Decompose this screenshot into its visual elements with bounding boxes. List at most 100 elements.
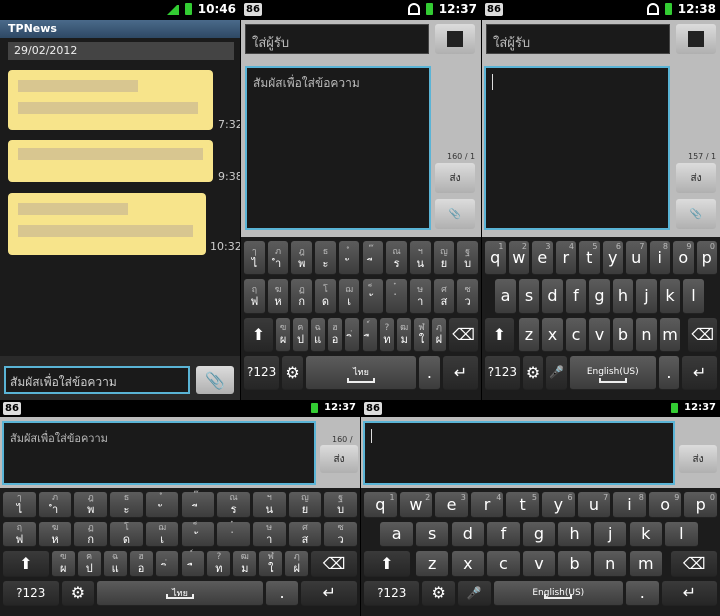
key-d[interactable]: d — [451, 521, 485, 547]
symbols-key[interactable]: ?123 — [3, 580, 59, 606]
key-l[interactable]: l — [683, 279, 704, 314]
key-thai[interactable]: ณร — [386, 241, 407, 276]
key-thai[interactable]: ? ท — [207, 551, 231, 577]
key-a[interactable]: a — [380, 521, 413, 547]
key-thai[interactable]: ํั — [338, 241, 360, 276]
shift-key[interactable]: ⬆ — [244, 317, 273, 352]
send-button[interactable]: ส่ง — [435, 163, 475, 193]
key-k[interactable]: k — [629, 521, 663, 547]
key-x[interactable]: x — [451, 551, 485, 577]
key-thai[interactable]: ษา — [252, 521, 286, 547]
key-t[interactable]: t5 — [506, 492, 539, 518]
message-body-input[interactable] — [363, 421, 675, 485]
key-thai[interactable]: ็้ — [181, 521, 215, 547]
symbols-key[interactable]: ?123 — [244, 355, 280, 390]
key-thai[interactable]: ณร — [217, 492, 250, 518]
settings-key[interactable]: ⚙ — [422, 580, 455, 606]
key-thai[interactable]: โด — [315, 279, 336, 314]
message-body-input[interactable]: สัมผัสเพื่อใส่ข้อความ — [245, 66, 431, 230]
key-thai[interactable]: ฏก — [291, 279, 313, 314]
key-thai[interactable]: ์ื — [181, 551, 205, 577]
key-f[interactable]: f — [565, 279, 587, 314]
key-u[interactable]: u7 — [626, 241, 647, 276]
shift-key[interactable]: ⬆ — [485, 317, 514, 352]
key-q[interactable]: q1 — [485, 241, 506, 276]
key-thai[interactable]: ฉแ — [310, 317, 325, 352]
key-thai[interactable]: ฃผ — [51, 551, 75, 577]
message-bubble[interactable] — [8, 193, 206, 255]
key-h[interactable]: h — [612, 279, 634, 314]
key-thai[interactable]: ฏก — [74, 521, 108, 547]
key-thai[interactable]: ๋่ — [386, 279, 407, 314]
backspace-key[interactable]: ⌫ — [671, 551, 717, 577]
key-v[interactable]: v — [522, 551, 556, 577]
key-y[interactable]: y6 — [542, 492, 575, 518]
key-v[interactable]: v — [589, 317, 610, 352]
key-thai[interactable]: โด — [110, 521, 143, 547]
key-thai[interactable]: ฮอ — [129, 551, 153, 577]
key-thai[interactable]: ฬใ — [259, 551, 283, 577]
key-thai[interactable]: ฐบ — [457, 241, 478, 276]
shift-key[interactable]: ⬆ — [3, 551, 49, 577]
period-key[interactable]: . — [265, 580, 299, 606]
key-n[interactable]: n — [636, 317, 657, 352]
backspace-key[interactable]: ⌫ — [449, 317, 478, 352]
voice-input-key[interactable]: 🎤 — [546, 355, 567, 390]
key-thai[interactable]: ซว — [457, 279, 478, 314]
key-e[interactable]: e3 — [532, 241, 553, 276]
key-thai[interactable]: ฒม — [233, 551, 257, 577]
settings-key[interactable]: ⚙ — [61, 580, 95, 606]
key-u[interactable]: u7 — [577, 492, 611, 518]
key-z[interactable]: z — [415, 551, 449, 577]
key-g[interactable]: g — [522, 521, 556, 547]
space-key[interactable]: ไทย — [97, 580, 263, 606]
key-thai[interactable]: ํั — [145, 492, 179, 518]
key-thai[interactable]: ศส — [433, 279, 455, 314]
key-e[interactable]: e3 — [435, 492, 468, 518]
key-o[interactable]: o9 — [673, 241, 694, 276]
key-s[interactable]: s — [518, 279, 540, 314]
key-s[interactable]: s — [415, 521, 449, 547]
message-body-input[interactable] — [484, 66, 670, 230]
key-thai[interactable]: ฌเ — [338, 279, 360, 314]
key-c[interactable]: c — [565, 317, 587, 352]
attach-button[interactable]: 📎 — [676, 199, 716, 229]
shift-key[interactable]: ⬆ — [364, 551, 410, 577]
key-m[interactable]: m — [629, 551, 663, 577]
space-key[interactable]: ไทย — [305, 355, 417, 390]
key-thai[interactable]: ฦฝ — [285, 551, 309, 577]
message-bubble[interactable] — [8, 140, 213, 182]
key-p[interactable]: p0 — [684, 492, 717, 518]
send-button[interactable]: ส่ง — [320, 445, 358, 473]
backspace-key[interactable]: ⌫ — [311, 551, 357, 577]
message-bubble[interactable] — [8, 70, 213, 130]
key-thai[interactable]: ๅไ — [244, 241, 265, 276]
key-thai[interactable]: ฎพ — [74, 492, 108, 518]
key-thai[interactable]: ฆห — [38, 521, 72, 547]
voice-input-key[interactable]: 🎤 — [458, 580, 491, 606]
key-thai[interactable]: ฺิ — [155, 551, 179, 577]
backspace-key[interactable]: ⌫ — [688, 317, 717, 352]
key-z[interactable]: z — [518, 317, 540, 352]
key-j[interactable]: j — [593, 521, 627, 547]
space-key[interactable]: English(US) — [569, 355, 656, 390]
key-x[interactable]: x — [542, 317, 563, 352]
period-key[interactable]: . — [658, 355, 680, 390]
key-thai[interactable]: ฅป — [77, 551, 101, 577]
key-thai[interactable]: ฬใ — [414, 317, 429, 352]
enter-key[interactable]: ↵ — [301, 580, 357, 606]
key-w[interactable]: w2 — [508, 241, 529, 276]
recipient-input[interactable]: ใส่ผู้รับ — [486, 24, 670, 54]
key-thai[interactable]: ญย — [288, 492, 322, 518]
key-o[interactable]: o9 — [648, 492, 682, 518]
key-thai[interactable]: ธะ — [110, 492, 143, 518]
key-thai[interactable]: ฉแ — [103, 551, 127, 577]
key-d[interactable]: d — [542, 279, 563, 314]
key-thai[interactable]: ภำ — [38, 492, 72, 518]
attach-button[interactable]: 📎 — [435, 199, 475, 229]
key-r[interactable]: r4 — [555, 241, 576, 276]
key-r[interactable]: r4 — [470, 492, 504, 518]
enter-key[interactable]: ↵ — [661, 580, 717, 606]
enter-key[interactable]: ↵ — [442, 355, 478, 390]
key-thai[interactable]: ฃผ — [275, 317, 291, 352]
